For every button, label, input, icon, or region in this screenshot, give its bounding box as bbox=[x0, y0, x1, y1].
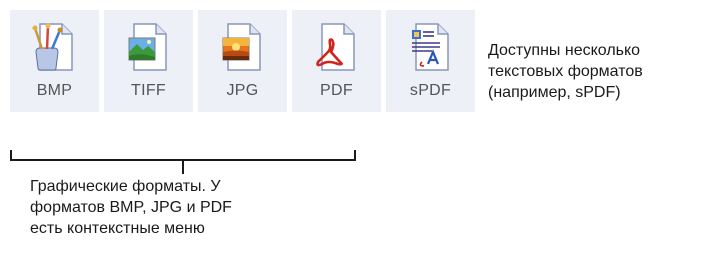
tiff-format-button[interactable]: TIFF bbox=[104, 10, 193, 112]
text-formats-note-line: Доступны несколько bbox=[488, 42, 641, 59]
text-formats-note-line: текстовых форматов bbox=[488, 63, 643, 80]
sunset-image-document-icon bbox=[222, 23, 261, 71]
spdf-format-button[interactable]: sPDF bbox=[386, 10, 475, 112]
bmp-format-label: BMP bbox=[36, 82, 73, 99]
jpg-format-button[interactable]: JPG bbox=[198, 10, 287, 112]
text-formats-note: Доступны несколько текстовых форматов (н… bbox=[488, 40, 718, 103]
image-formats-note-line: форматов BMP, JPG и PDF bbox=[30, 199, 232, 216]
acrobat-pdf-document-icon bbox=[316, 23, 355, 71]
pdf-format-label: PDF bbox=[320, 82, 353, 99]
landscape-image-document-icon bbox=[128, 23, 167, 71]
image-formats-note: Графические форматы. У форматов BMP, JPG… bbox=[30, 176, 360, 239]
file-format-bar: BMP TIFF JPG PDF sPDF bbox=[10, 10, 475, 112]
pdf-format-button[interactable]: PDF bbox=[292, 10, 381, 112]
tiff-format-label: TIFF bbox=[131, 82, 166, 99]
image-formats-bracket bbox=[10, 150, 356, 174]
image-formats-note-line: есть контекстные меню bbox=[30, 220, 205, 237]
searchable-pdf-document-icon bbox=[412, 23, 449, 71]
jpg-format-label: JPG bbox=[226, 82, 259, 99]
paint-brushes-document-icon bbox=[32, 23, 73, 71]
bmp-format-button[interactable]: BMP bbox=[10, 10, 99, 112]
spdf-format-label: sPDF bbox=[409, 82, 452, 99]
image-formats-note-line: Графические форматы. У bbox=[30, 178, 221, 195]
text-formats-note-line: (например, sPDF) bbox=[488, 84, 621, 101]
